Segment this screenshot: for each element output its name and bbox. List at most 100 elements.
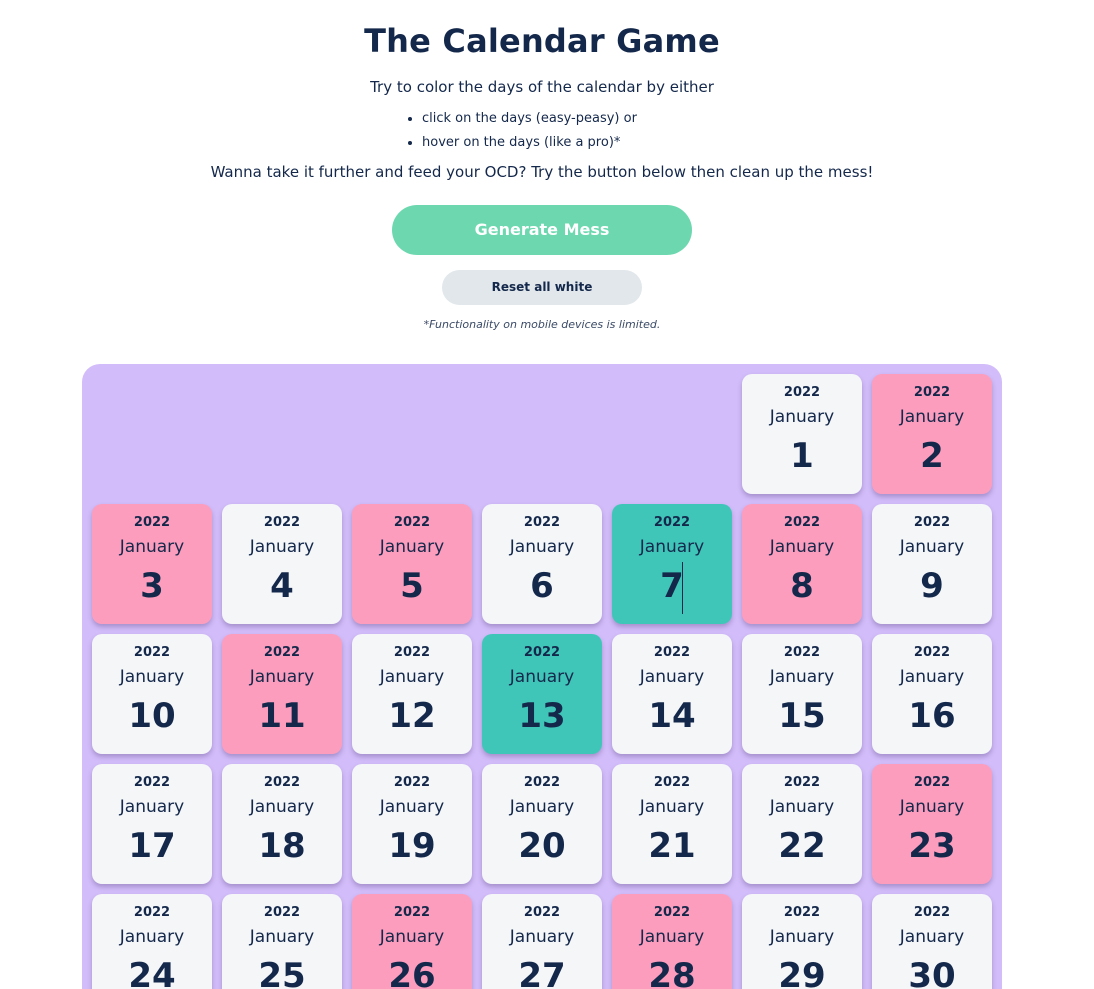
calendar-day-7[interactable]: 2022 January 7	[612, 504, 732, 624]
calendar-day-21[interactable]: 2022 January 21	[612, 764, 732, 884]
calendar-day-2[interactable]: 2022 January 2	[872, 374, 992, 494]
day-month: January	[899, 407, 965, 427]
day-number: 14	[648, 696, 696, 736]
calendar-day-8[interactable]: 2022 January 8	[742, 504, 862, 624]
day-number: 8	[790, 566, 814, 606]
day-number: 27	[518, 956, 566, 989]
text-cursor	[682, 562, 683, 614]
day-year: 2022	[913, 645, 951, 660]
calendar-day-10[interactable]: 2022 January 10	[92, 634, 212, 754]
day-year: 2022	[393, 645, 431, 660]
day-month: January	[119, 927, 185, 947]
calendar-day-25[interactable]: 2022 January 25	[222, 894, 342, 989]
day-number: 11	[258, 696, 306, 736]
day-month: January	[249, 797, 315, 817]
day-month: January	[249, 667, 315, 687]
day-year: 2022	[913, 385, 951, 400]
day-year: 2022	[393, 775, 431, 790]
day-number: 5	[400, 566, 424, 606]
day-year: 2022	[783, 775, 821, 790]
calendar-day-15[interactable]: 2022 January 15	[742, 634, 862, 754]
further-text: Wanna take it further and feed your OCD?…	[210, 163, 874, 181]
day-number: 4	[270, 566, 294, 606]
day-number: 2	[920, 436, 944, 476]
day-number: 13	[518, 696, 566, 736]
day-year: 2022	[133, 775, 171, 790]
calendar-day-28[interactable]: 2022 January 28	[612, 894, 732, 989]
calendar-empty-cell	[352, 374, 472, 494]
mobile-note: *Functionality on mobile devices is limi…	[423, 318, 661, 331]
day-year: 2022	[653, 515, 691, 530]
calendar-day-13[interactable]: 2022 January 13	[482, 634, 602, 754]
calendar-day-12[interactable]: 2022 January 12	[352, 634, 472, 754]
calendar-day-26[interactable]: 2022 January 26	[352, 894, 472, 989]
day-month: January	[899, 667, 965, 687]
day-year: 2022	[913, 515, 951, 530]
calendar-day-24[interactable]: 2022 January 24	[92, 894, 212, 989]
calendar-empty-cell	[482, 374, 602, 494]
day-month: January	[639, 537, 705, 557]
day-number: 1	[790, 436, 814, 476]
day-month: January	[249, 927, 315, 947]
day-number: 21	[648, 826, 696, 866]
day-year: 2022	[393, 905, 431, 920]
day-month: January	[509, 797, 575, 817]
calendar-day-14[interactable]: 2022 January 14	[612, 634, 732, 754]
day-month: January	[379, 537, 445, 557]
day-year: 2022	[523, 515, 561, 530]
day-number: 26	[388, 956, 436, 989]
day-year: 2022	[263, 645, 301, 660]
day-number: 3	[140, 566, 164, 606]
day-year: 2022	[783, 905, 821, 920]
calendar-day-3[interactable]: 2022 January 3	[92, 504, 212, 624]
calendar-day-27[interactable]: 2022 January 27	[482, 894, 602, 989]
day-number: 19	[388, 826, 436, 866]
day-number: 9	[920, 566, 944, 606]
day-number: 28	[648, 956, 696, 989]
calendar-day-29[interactable]: 2022 January 29	[742, 894, 862, 989]
page-title: The Calendar Game	[364, 22, 720, 60]
day-month: January	[769, 927, 835, 947]
day-month: January	[639, 667, 705, 687]
day-year: 2022	[133, 905, 171, 920]
day-year: 2022	[523, 775, 561, 790]
day-month: January	[509, 927, 575, 947]
day-number: 23	[908, 826, 956, 866]
day-year: 2022	[263, 905, 301, 920]
day-month: January	[769, 537, 835, 557]
day-month: January	[379, 927, 445, 947]
day-year: 2022	[783, 385, 821, 400]
calendar-day-1[interactable]: 2022 January 1	[742, 374, 862, 494]
day-month: January	[119, 667, 185, 687]
instruction-item-click: click on the days (easy-peasy) or	[422, 107, 637, 131]
day-month: January	[899, 797, 965, 817]
day-number: 18	[258, 826, 306, 866]
calendar-day-5[interactable]: 2022 January 5	[352, 504, 472, 624]
calendar-day-9[interactable]: 2022 January 9	[872, 504, 992, 624]
page: The Calendar Game Try to color the days …	[0, 0, 1094, 989]
calendar-day-20[interactable]: 2022 January 20	[482, 764, 602, 884]
calendar-day-4[interactable]: 2022 January 4	[222, 504, 342, 624]
calendar-day-19[interactable]: 2022 January 19	[352, 764, 472, 884]
calendar-day-23[interactable]: 2022 January 23	[872, 764, 992, 884]
day-year: 2022	[653, 645, 691, 660]
calendar-day-16[interactable]: 2022 January 16	[872, 634, 992, 754]
reset-all-white-button[interactable]: Reset all white	[442, 270, 642, 305]
day-year: 2022	[523, 645, 561, 660]
day-year: 2022	[653, 905, 691, 920]
day-number: 15	[778, 696, 826, 736]
calendar-day-6[interactable]: 2022 January 6	[482, 504, 602, 624]
calendar-day-11[interactable]: 2022 January 11	[222, 634, 342, 754]
calendar-day-30[interactable]: 2022 January 30	[872, 894, 992, 989]
day-year: 2022	[783, 515, 821, 530]
calendar-day-18[interactable]: 2022 January 18	[222, 764, 342, 884]
calendar-day-22[interactable]: 2022 January 22	[742, 764, 862, 884]
calendar-day-17[interactable]: 2022 January 17	[92, 764, 212, 884]
day-month: January	[119, 537, 185, 557]
day-month: January	[769, 407, 835, 427]
day-year: 2022	[913, 905, 951, 920]
day-number: 22	[778, 826, 826, 866]
day-number: 20	[518, 826, 566, 866]
intro-text: Try to color the days of the calendar by…	[370, 78, 714, 96]
generate-mess-button[interactable]: Generate Mess	[392, 205, 692, 255]
